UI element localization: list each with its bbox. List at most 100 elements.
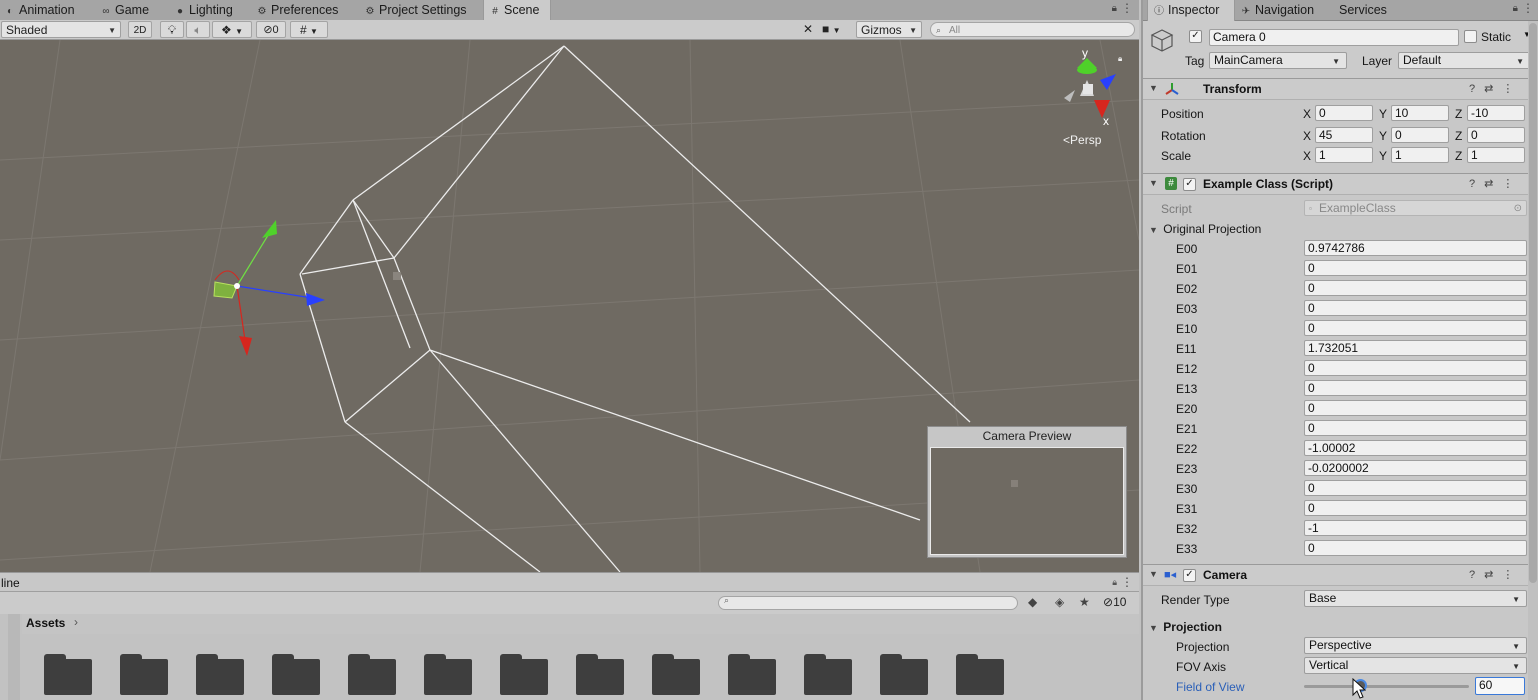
effects-dropdown[interactable]: ❖ ▼ [212, 21, 252, 38]
tab-services[interactable]: Services [1339, 0, 1387, 20]
object-picker-icon[interactable]: ⊙ [1514, 201, 1522, 215]
folder-icon[interactable] [424, 654, 474, 695]
lock-icon[interactable]: 🔒︎ [1112, 3, 1117, 14]
matrix-field-e00[interactable]: 0.9742786 [1304, 240, 1527, 256]
render-type-dropdown[interactable]: Base ▼ [1304, 590, 1527, 607]
move-gizmo[interactable] [213, 220, 325, 356]
fov-axis-dropdown[interactable]: Vertical ▼ [1304, 657, 1527, 674]
matrix-field-e31[interactable]: 0 [1304, 500, 1527, 516]
lock-icon[interactable]: 🔒︎ [1118, 54, 1122, 64]
camera-enabled-checkbox[interactable]: ✓ [1183, 569, 1196, 582]
matrix-label-e20: E20 [1176, 402, 1198, 416]
original-projection-foldout[interactable]: ▼ Original Projection [1149, 222, 1261, 236]
matrix-field-e13[interactable]: 0 [1304, 380, 1527, 396]
matrix-field-e30[interactable]: 0 [1304, 480, 1527, 496]
tag-dropdown[interactable]: MainCamera ▼ [1209, 52, 1347, 69]
camera-component-header[interactable]: ▼ ■◂ ✓ Camera ?⇄⋮ [1143, 564, 1538, 586]
rotation-y-field[interactable]: 0 [1391, 127, 1449, 143]
scale-x-field[interactable]: 1 [1315, 147, 1373, 163]
tab-animation[interactable]: ◐ Animation [4, 0, 75, 20]
folder-icon[interactable] [652, 654, 702, 695]
folder-icon[interactable] [956, 654, 1006, 695]
folder-icon[interactable] [728, 654, 778, 695]
fov-slider-track[interactable] [1304, 685, 1469, 688]
hidden-packages-toggle[interactable]: ⊘10 [1103, 595, 1126, 609]
folder-icon[interactable] [120, 654, 170, 695]
favorite-star-icon[interactable]: ★ [1079, 595, 1090, 609]
filter-by-label-icon[interactable]: ◈ [1055, 595, 1064, 609]
matrix-field-e23[interactable]: -0.0200002 [1304, 460, 1527, 476]
tab-navigation[interactable]: ✈ Navigation [1240, 0, 1314, 20]
matrix-field-e33[interactable]: 0 [1304, 540, 1527, 556]
folder-icon[interactable] [804, 654, 854, 695]
project-search-input[interactable]: ⌕ [718, 595, 1018, 610]
scene-search-input[interactable]: ⌕ All [930, 22, 1135, 37]
lock-icon[interactable]: 🔒︎ [1513, 3, 1518, 14]
tab-scene[interactable]: # Scene [483, 0, 551, 21]
matrix-field-e20[interactable]: 0 [1304, 400, 1527, 416]
static-checkbox[interactable] [1464, 30, 1477, 43]
shading-mode-dropdown[interactable]: Shaded ▼ [1, 21, 121, 38]
matrix-field-e32[interactable]: -1 [1304, 520, 1527, 536]
tools-icon[interactable]: ✕ [798, 21, 818, 38]
matrix-field-e12[interactable]: 0 [1304, 360, 1527, 376]
more-menu-icon[interactable]: ⋮ [1121, 575, 1133, 589]
tab-project-settings[interactable]: ⚙ Project Settings [364, 0, 467, 20]
folder-icon[interactable] [272, 654, 322, 695]
folder-tree-scrollbar[interactable] [8, 614, 20, 700]
lock-icon[interactable]: 🔒︎ [1112, 577, 1117, 588]
breadcrumb-assets[interactable]: Assets [26, 616, 65, 630]
matrix-field-e22[interactable]: -1.00002 [1304, 440, 1527, 456]
component-menu-icons[interactable]: ?⇄⋮ [1469, 177, 1522, 190]
matrix-field-e03[interactable]: 0 [1304, 300, 1527, 316]
orientation-gizmo[interactable] [1064, 58, 1116, 118]
position-y-field[interactable]: 10 [1391, 105, 1449, 121]
component-menu-icons[interactable]: ?⇄⋮ [1469, 82, 1522, 95]
position-x-field[interactable]: 0 [1315, 105, 1373, 121]
tab-inspector[interactable]: ⓘ Inspector [1147, 0, 1235, 21]
script-component-header[interactable]: ▼ # ✓ Example Class (Script) ?⇄⋮ [1143, 173, 1538, 195]
projection-dropdown[interactable]: Perspective ▼ [1304, 637, 1527, 654]
hidden-objects-toggle[interactable]: ⊘0 [256, 21, 286, 38]
component-menu-icons[interactable]: ?⇄⋮ [1469, 568, 1522, 581]
tab-preferences[interactable]: ⚙ Preferences [256, 0, 339, 20]
grid-toggle-dropdown[interactable]: # ▼ [290, 21, 328, 38]
folder-icon[interactable] [348, 654, 398, 695]
matrix-field-e11[interactable]: 1.732051 [1304, 340, 1527, 356]
matrix-field-e01[interactable]: 0 [1304, 260, 1527, 276]
folder-icon[interactable] [196, 654, 246, 695]
toggle-2d-button[interactable]: 2D [128, 21, 152, 38]
fov-value-field[interactable]: 60 [1475, 677, 1525, 695]
folder-icon[interactable] [44, 654, 94, 695]
tab-game[interactable]: ∞ Game [100, 0, 149, 20]
inspector-scrollbar-thumb[interactable] [1529, 23, 1537, 583]
scene-view[interactable]: y x 🔒︎ <Persp Camera Preview [0, 40, 1139, 572]
folder-icon[interactable] [500, 654, 550, 695]
filter-by-type-icon[interactable]: ◆ [1028, 595, 1037, 609]
audio-toggle[interactable]: 🔈︎ [186, 21, 210, 38]
matrix-field-e02[interactable]: 0 [1304, 280, 1527, 296]
layer-dropdown[interactable]: Default ▼ [1398, 52, 1531, 69]
rotation-x-field[interactable]: 45 [1315, 127, 1373, 143]
more-menu-icon[interactable]: ⋮ [1522, 1, 1534, 15]
camera-settings-dropdown[interactable]: ■ ▼ [822, 21, 852, 38]
scale-y-field[interactable]: 1 [1391, 147, 1449, 163]
script-enabled-checkbox[interactable]: ✓ [1183, 178, 1196, 191]
inspector-scrollbar[interactable] [1528, 21, 1538, 700]
perspective-toggle[interactable]: <Persp [1063, 133, 1101, 147]
projection-section-foldout[interactable]: ▼ Projection [1149, 620, 1222, 634]
transform-header[interactable]: ▼ Transform ?⇄⋮ [1143, 78, 1538, 100]
matrix-field-e10[interactable]: 0 [1304, 320, 1527, 336]
active-checkbox[interactable]: ✓ [1189, 30, 1202, 43]
more-menu-icon[interactable]: ⋮ [1121, 1, 1133, 15]
object-name-field[interactable]: Camera 0 [1209, 29, 1459, 46]
scene-lighting-toggle[interactable]: 💡︎ [160, 21, 184, 38]
folder-icon[interactable] [880, 654, 930, 695]
matrix-field-e21[interactable]: 0 [1304, 420, 1527, 436]
gizmos-dropdown[interactable]: Gizmos ▼ [856, 21, 922, 38]
folder-icon[interactable] [576, 654, 626, 695]
scale-z-field[interactable]: 1 [1467, 147, 1525, 163]
position-z-field[interactable]: -10 [1467, 105, 1525, 121]
rotation-z-field[interactable]: 0 [1467, 127, 1525, 143]
tab-lighting[interactable]: ● Lighting [174, 0, 233, 20]
